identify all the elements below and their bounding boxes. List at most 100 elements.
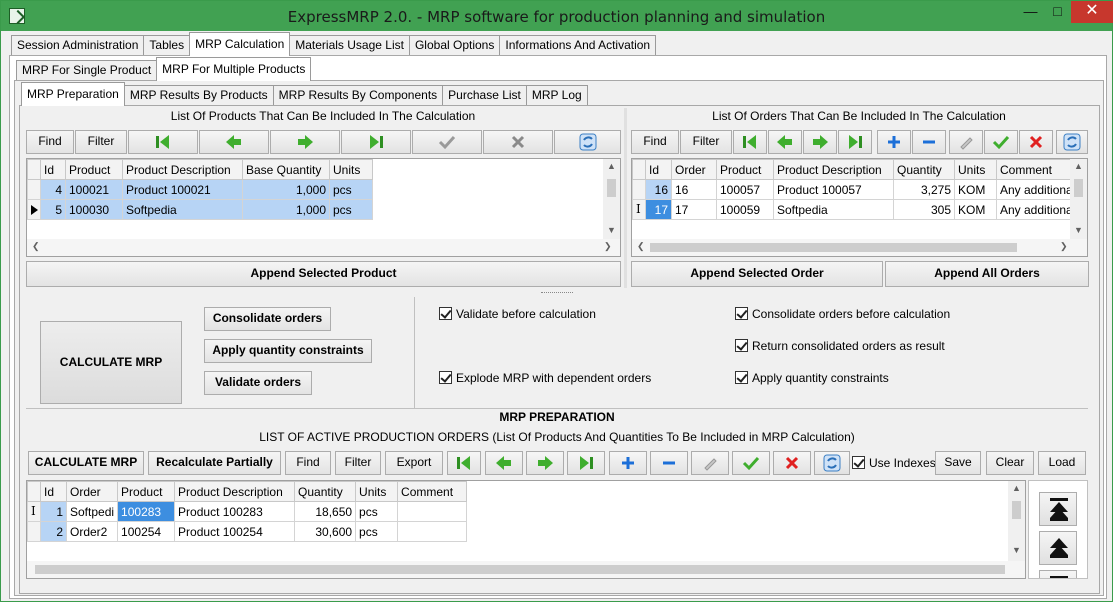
products-refresh-button[interactable] — [554, 130, 621, 154]
cell-units[interactable]: pcs — [355, 501, 399, 522]
return-consolidated-checkbox[interactable]: Return consolidated orders as result — [735, 339, 945, 353]
orders-prev-button[interactable] — [768, 130, 802, 154]
orders-add-button[interactable] — [877, 130, 911, 154]
prep-confirm-button[interactable] — [732, 451, 770, 475]
cell-quantity[interactable]: 1,000 — [242, 199, 330, 220]
close-button[interactable]: ✕ — [1071, 1, 1113, 23]
col-product-description[interactable]: Product Description — [174, 481, 296, 502]
prep-last-button[interactable] — [567, 451, 605, 475]
prep-refresh-button[interactable] — [814, 451, 850, 475]
move-up-button[interactable] — [1039, 531, 1077, 565]
cell-id[interactable]: 4 — [40, 179, 66, 200]
tab-mrp-multiple-products[interactable]: MRP For Multiple Products — [156, 57, 312, 81]
table-row[interactable]: I 17 17 100059 Softpedia 305 KOM Any add… — [632, 199, 1077, 220]
cell-product[interactable]: 100030 — [65, 199, 123, 220]
apply-constraints-checkbox[interactable]: Apply quantity constraints — [735, 371, 889, 385]
cell-units[interactable]: KOM — [954, 199, 997, 220]
cell-product[interactable]: 100283 — [117, 501, 176, 522]
cell-quantity[interactable]: 30,600 — [294, 521, 357, 542]
cell-comment[interactable]: Any additiona — [996, 179, 1077, 200]
cell-units[interactable]: pcs — [329, 199, 373, 220]
append-all-orders-button[interactable]: Append All Orders — [885, 261, 1089, 287]
products-confirm-button[interactable] — [412, 130, 482, 154]
col-quantity[interactable]: Quantity — [294, 481, 357, 502]
cell-product[interactable]: 100059 — [716, 199, 774, 220]
validate-before-calc-checkbox[interactable]: Validate before calculation — [439, 307, 596, 321]
tab-mrp-single-product[interactable]: MRP For Single Product — [16, 60, 158, 80]
prep-add-button[interactable] — [609, 451, 647, 475]
orders-horizontal-scrollbar[interactable]: ❮ ❯ — [632, 239, 1087, 256]
orders-refresh-button[interactable] — [1056, 130, 1088, 154]
cell-product[interactable]: 100254 — [117, 521, 176, 542]
cell-id[interactable]: 17 — [645, 199, 672, 220]
append-selected-order-button[interactable]: Append Selected Order — [631, 261, 883, 287]
orders-edit-button[interactable] — [949, 130, 983, 154]
orders-first-button[interactable] — [733, 130, 767, 154]
tab-informations-activation[interactable]: Informations And Activation — [499, 35, 657, 55]
prep-load-button[interactable]: Load — [1038, 451, 1086, 475]
cell-description[interactable]: Product 100283 — [174, 501, 296, 522]
tab-mrp-preparation[interactable]: MRP Preparation — [21, 82, 125, 106]
cell-units[interactable]: KOM — [954, 179, 997, 200]
orders-cancel-button[interactable] — [1019, 130, 1053, 154]
prep-next-button[interactable] — [526, 451, 564, 475]
cell-order[interactable]: Softpedi — [65, 501, 119, 522]
prep-export-button[interactable]: Export — [385, 451, 443, 475]
col-base-quantity[interactable]: Base Quantity — [242, 159, 330, 180]
orders-last-button[interactable] — [838, 130, 872, 154]
maximize-button[interactable]: □ — [1044, 1, 1071, 23]
append-selected-product-button[interactable]: Append Selected Product — [26, 261, 621, 287]
consolidate-before-calc-checkbox[interactable]: Consolidate orders before calculation — [735, 307, 950, 321]
cell-quantity[interactable]: 1,000 — [242, 179, 330, 200]
tab-mrp-log[interactable]: MRP Log — [525, 85, 588, 105]
col-order[interactable]: Order — [671, 159, 717, 180]
prep-edit-button[interactable] — [691, 451, 729, 475]
products-filter-button[interactable]: Filter — [75, 130, 127, 154]
products-vertical-scrollbar[interactable]: ▲ ▼ — [603, 159, 620, 239]
minimize-button[interactable]: — — [1017, 1, 1044, 23]
col-comment[interactable]: Comment — [397, 481, 468, 502]
col-product[interactable]: Product — [716, 159, 774, 180]
cell-comment[interactable]: Any additiona — [996, 199, 1077, 220]
table-row[interactable]: 2 Order2 100254 Product 100254 30,600 pc… — [27, 521, 468, 542]
consolidate-orders-button[interactable]: Consolidate orders — [204, 307, 331, 331]
products-horizontal-scrollbar[interactable]: ❮ ❯ — [27, 239, 620, 256]
col-units[interactable]: Units — [355, 481, 399, 502]
cell-order[interactable]: 16 — [671, 179, 717, 200]
cell-id[interactable]: 5 — [40, 199, 66, 220]
table-row[interactable]: 5 100030 Softpedia 1,000 pcs — [27, 199, 373, 220]
cell-quantity[interactable]: 305 — [893, 199, 955, 220]
orders-next-button[interactable] — [803, 130, 837, 154]
table-row[interactable]: 16 16 100057 Product 100057 3,275 KOM An… — [632, 179, 1077, 200]
products-first-button[interactable] — [128, 130, 198, 154]
prep-filter-button[interactable]: Filter — [335, 451, 381, 475]
products-next-button[interactable] — [270, 130, 340, 154]
splitter[interactable] — [624, 108, 627, 288]
calculate-mrp-button[interactable]: CALCULATE MRP — [28, 451, 144, 475]
tab-results-by-products[interactable]: MRP Results By Products — [123, 85, 274, 105]
col-units[interactable]: Units — [329, 159, 373, 180]
col-product-description[interactable]: Product Description — [773, 159, 894, 180]
products-find-button[interactable]: Find — [26, 130, 74, 154]
cell-quantity[interactable]: 18,650 — [294, 501, 357, 522]
table-row[interactable]: I 1 Softpedi 100283 Product 100283 18,65… — [27, 501, 468, 522]
cell-id[interactable]: 1 — [40, 501, 67, 522]
prep-remove-button[interactable] — [650, 451, 688, 475]
cell-id[interactable]: 16 — [645, 179, 672, 200]
col-units[interactable]: Units — [954, 159, 997, 180]
products-cancel-button[interactable] — [483, 130, 553, 154]
cell-comment[interactable] — [397, 521, 468, 542]
move-down-button[interactable] — [1039, 570, 1077, 578]
cell-product[interactable]: 100021 — [65, 179, 123, 200]
col-id[interactable]: Id — [40, 159, 66, 180]
col-product[interactable]: Product — [117, 481, 176, 502]
tab-mrp-calculation[interactable]: MRP Calculation — [189, 32, 291, 56]
explode-mrp-checkbox[interactable]: Explode MRP with dependent orders — [439, 371, 651, 385]
col-id[interactable]: Id — [40, 481, 67, 502]
orders-remove-button[interactable] — [912, 130, 946, 154]
cell-description[interactable]: Softpedia — [122, 199, 243, 220]
tab-results-by-components[interactable]: MRP Results By Components — [272, 85, 444, 105]
calculate-mrp-big-button[interactable]: CALCULATE MRP — [40, 321, 182, 404]
products-last-button[interactable] — [341, 130, 411, 154]
col-order[interactable]: Order — [65, 481, 119, 502]
